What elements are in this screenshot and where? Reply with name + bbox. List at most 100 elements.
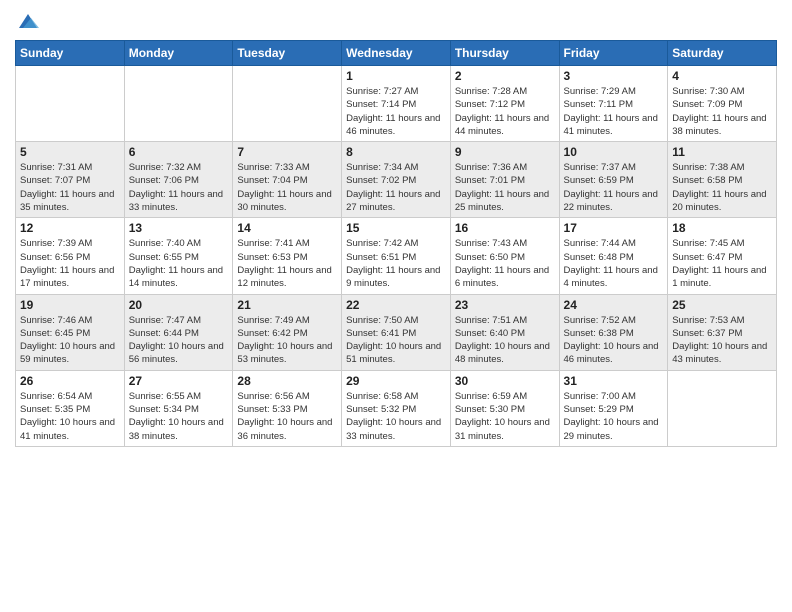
- weekday-header-saturday: Saturday: [668, 41, 777, 66]
- calendar-cell: 5 Sunrise: 7:31 AM Sunset: 7:07 PM Daylig…: [16, 142, 125, 218]
- weekday-header-friday: Friday: [559, 41, 668, 66]
- calendar-cell: 25 Sunrise: 7:53 AM Sunset: 6:37 PM Dayli…: [668, 294, 777, 370]
- day-number: 8: [346, 145, 446, 159]
- weekday-header-wednesday: Wednesday: [342, 41, 451, 66]
- day-number: 13: [129, 221, 229, 235]
- calendar-cell: [233, 66, 342, 142]
- calendar-cell: 9Sunrise: 7:36 AM Sunset: 7:01 PM Daylig…: [450, 142, 559, 218]
- calendar-cell: 7 Sunrise: 7:33 AM Sunset: 7:04 PM Daylig…: [233, 142, 342, 218]
- day-info: Sunrise: 7:45 AM Sunset: 6:47 PM Dayligh…: [672, 237, 772, 290]
- day-info: Sunrise: 7:37 AM Sunset: 6:59 PM Dayligh…: [564, 161, 664, 214]
- day-number: 1: [346, 69, 446, 83]
- weekday-header-monday: Monday: [124, 41, 233, 66]
- calendar-cell: 10Sunrise: 7:37 AM Sunset: 6:59 PM Dayli…: [559, 142, 668, 218]
- day-number: 18: [672, 221, 772, 235]
- day-info: Sunrise: 7:46 AM Sunset: 6:45 PM Dayligh…: [20, 314, 120, 367]
- page: SundayMondayTuesdayWednesdayThursdayFrid…: [0, 0, 792, 612]
- day-number: 14: [237, 221, 337, 235]
- day-info: Sunrise: 7:27 AM Sunset: 7:14 PM Dayligh…: [346, 85, 446, 138]
- calendar-week-4: 19 Sunrise: 7:46 AM Sunset: 6:45 PM Dayli…: [16, 294, 777, 370]
- calendar-cell: 23 Sunrise: 7:51 AM Sunset: 6:40 PM Dayli…: [450, 294, 559, 370]
- calendar-cell: 21 Sunrise: 7:49 AM Sunset: 6:42 PM Dayli…: [233, 294, 342, 370]
- day-number: 19: [20, 298, 120, 312]
- calendar-week-5: 26 Sunrise: 6:54 AM Sunset: 5:35 PM Dayli…: [16, 370, 777, 446]
- calendar-cell: 24 Sunrise: 7:52 AM Sunset: 6:38 PM Dayli…: [559, 294, 668, 370]
- day-info: Sunrise: 7:53 AM Sunset: 6:37 PM Dayligh…: [672, 314, 772, 367]
- calendar-cell: 11 Sunrise: 7:38 AM Sunset: 6:58 PM Dayli…: [668, 142, 777, 218]
- day-number: 5: [20, 145, 120, 159]
- calendar-table: SundayMondayTuesdayWednesdayThursdayFrid…: [15, 40, 777, 447]
- calendar-cell: 27 Sunrise: 6:55 AM Sunset: 5:34 PM Dayli…: [124, 370, 233, 446]
- day-info: Sunrise: 6:56 AM Sunset: 5:33 PM Dayligh…: [237, 390, 337, 443]
- weekday-header-thursday: Thursday: [450, 41, 559, 66]
- calendar-cell: 30 Sunrise: 6:59 AM Sunset: 5:30 PM Dayli…: [450, 370, 559, 446]
- day-info: Sunrise: 7:31 AM Sunset: 7:07 PM Dayligh…: [20, 161, 120, 214]
- day-info: Sunrise: 6:59 AM Sunset: 5:30 PM Dayligh…: [455, 390, 555, 443]
- weekday-header-sunday: Sunday: [16, 41, 125, 66]
- day-number: 31: [564, 374, 664, 388]
- calendar-cell: 15 Sunrise: 7:42 AM Sunset: 6:51 PM Dayli…: [342, 218, 451, 294]
- day-number: 29: [346, 374, 446, 388]
- day-info: Sunrise: 7:42 AM Sunset: 6:51 PM Dayligh…: [346, 237, 446, 290]
- day-info: Sunrise: 7:29 AM Sunset: 7:11 PM Dayligh…: [564, 85, 664, 138]
- day-info: Sunrise: 6:54 AM Sunset: 5:35 PM Dayligh…: [20, 390, 120, 443]
- calendar-cell: 31Sunrise: 7:00 AM Sunset: 5:29 PM Dayli…: [559, 370, 668, 446]
- day-number: 7: [237, 145, 337, 159]
- weekday-header-row: SundayMondayTuesdayWednesdayThursdayFrid…: [16, 41, 777, 66]
- day-info: Sunrise: 7:40 AM Sunset: 6:55 PM Dayligh…: [129, 237, 229, 290]
- calendar-cell: 22 Sunrise: 7:50 AM Sunset: 6:41 PM Dayli…: [342, 294, 451, 370]
- day-info: Sunrise: 7:39 AM Sunset: 6:56 PM Dayligh…: [20, 237, 120, 290]
- day-info: Sunrise: 7:32 AM Sunset: 7:06 PM Dayligh…: [129, 161, 229, 214]
- day-info: Sunrise: 6:55 AM Sunset: 5:34 PM Dayligh…: [129, 390, 229, 443]
- calendar-cell: 13 Sunrise: 7:40 AM Sunset: 6:55 PM Dayli…: [124, 218, 233, 294]
- day-info: Sunrise: 7:30 AM Sunset: 7:09 PM Dayligh…: [672, 85, 772, 138]
- calendar-cell: 29 Sunrise: 6:58 AM Sunset: 5:32 PM Dayli…: [342, 370, 451, 446]
- day-info: Sunrise: 7:47 AM Sunset: 6:44 PM Dayligh…: [129, 314, 229, 367]
- day-info: Sunrise: 7:52 AM Sunset: 6:38 PM Dayligh…: [564, 314, 664, 367]
- calendar-cell: 4Sunrise: 7:30 AM Sunset: 7:09 PM Daylig…: [668, 66, 777, 142]
- header: [15, 10, 777, 34]
- day-info: Sunrise: 7:51 AM Sunset: 6:40 PM Dayligh…: [455, 314, 555, 367]
- day-number: 9: [455, 145, 555, 159]
- calendar-cell: [124, 66, 233, 142]
- day-number: 16: [455, 221, 555, 235]
- day-number: 30: [455, 374, 555, 388]
- day-number: 21: [237, 298, 337, 312]
- calendar-cell: 14 Sunrise: 7:41 AM Sunset: 6:53 PM Dayli…: [233, 218, 342, 294]
- calendar-week-1: 1 Sunrise: 7:27 AM Sunset: 7:14 PM Daylig…: [16, 66, 777, 142]
- day-info: Sunrise: 7:41 AM Sunset: 6:53 PM Dayligh…: [237, 237, 337, 290]
- calendar-cell: 8 Sunrise: 7:34 AM Sunset: 7:02 PM Daylig…: [342, 142, 451, 218]
- day-number: 27: [129, 374, 229, 388]
- day-number: 22: [346, 298, 446, 312]
- day-info: Sunrise: 7:44 AM Sunset: 6:48 PM Dayligh…: [564, 237, 664, 290]
- day-info: Sunrise: 7:34 AM Sunset: 7:02 PM Dayligh…: [346, 161, 446, 214]
- calendar-cell: 17 Sunrise: 7:44 AM Sunset: 6:48 PM Dayli…: [559, 218, 668, 294]
- calendar-cell: 26 Sunrise: 6:54 AM Sunset: 5:35 PM Dayli…: [16, 370, 125, 446]
- day-info: Sunrise: 7:50 AM Sunset: 6:41 PM Dayligh…: [346, 314, 446, 367]
- calendar-cell: 1 Sunrise: 7:27 AM Sunset: 7:14 PM Daylig…: [342, 66, 451, 142]
- calendar-cell: 20Sunrise: 7:47 AM Sunset: 6:44 PM Dayli…: [124, 294, 233, 370]
- day-number: 24: [564, 298, 664, 312]
- day-number: 3: [564, 69, 664, 83]
- day-number: 26: [20, 374, 120, 388]
- calendar-cell: 2Sunrise: 7:28 AM Sunset: 7:12 PM Daylig…: [450, 66, 559, 142]
- day-info: Sunrise: 7:43 AM Sunset: 6:50 PM Dayligh…: [455, 237, 555, 290]
- day-info: Sunrise: 7:33 AM Sunset: 7:04 PM Dayligh…: [237, 161, 337, 214]
- calendar-week-2: 5 Sunrise: 7:31 AM Sunset: 7:07 PM Daylig…: [16, 142, 777, 218]
- weekday-header-tuesday: Tuesday: [233, 41, 342, 66]
- day-number: 23: [455, 298, 555, 312]
- calendar-cell: 16 Sunrise: 7:43 AM Sunset: 6:50 PM Dayli…: [450, 218, 559, 294]
- calendar-cell: 12Sunrise: 7:39 AM Sunset: 6:56 PM Dayli…: [16, 218, 125, 294]
- day-info: Sunrise: 7:49 AM Sunset: 6:42 PM Dayligh…: [237, 314, 337, 367]
- calendar-cell: 18 Sunrise: 7:45 AM Sunset: 6:47 PM Dayli…: [668, 218, 777, 294]
- calendar-week-3: 12Sunrise: 7:39 AM Sunset: 6:56 PM Dayli…: [16, 218, 777, 294]
- day-number: 17: [564, 221, 664, 235]
- day-info: Sunrise: 7:38 AM Sunset: 6:58 PM Dayligh…: [672, 161, 772, 214]
- day-info: Sunrise: 6:58 AM Sunset: 5:32 PM Dayligh…: [346, 390, 446, 443]
- day-number: 15: [346, 221, 446, 235]
- calendar-cell: 19 Sunrise: 7:46 AM Sunset: 6:45 PM Dayli…: [16, 294, 125, 370]
- day-number: 11: [672, 145, 772, 159]
- day-number: 25: [672, 298, 772, 312]
- logo-icon: [17, 10, 39, 32]
- calendar-cell: [668, 370, 777, 446]
